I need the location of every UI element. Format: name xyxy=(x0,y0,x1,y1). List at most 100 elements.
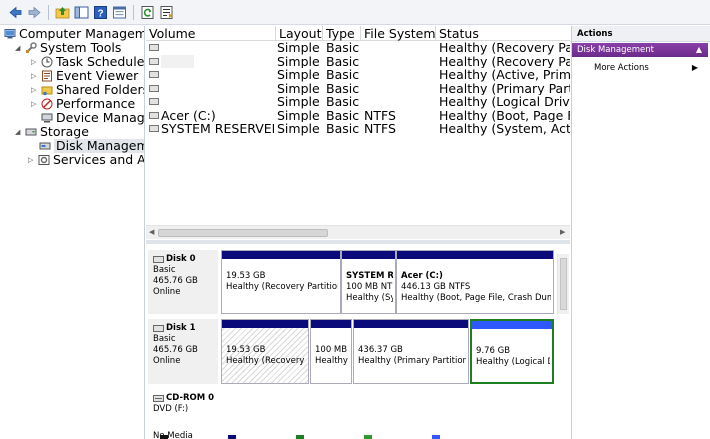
export-list-icon[interactable] xyxy=(159,5,174,20)
cell-type: Basic xyxy=(326,122,360,136)
tree-item-event-viewer[interactable]: ▷ Event Viewer xyxy=(31,69,138,83)
cell-volume xyxy=(161,54,194,68)
collapse-icon[interactable]: ◢ xyxy=(15,125,23,139)
legend-swatch-extended xyxy=(296,435,304,439)
table-row[interactable]: SYSTEM RESERVED Simple Basic NTFS Health… xyxy=(146,122,570,136)
partition-size: 19.53 GB xyxy=(226,271,266,281)
expand-icon[interactable]: ▷ xyxy=(31,97,39,111)
partition[interactable]: 19.53 GB Healthy (Recovery Partition) xyxy=(221,250,341,314)
toolbar-separator xyxy=(48,4,49,20)
table-row[interactable]: Acer (C:) Simple Basic NTFS Healthy (Boo… xyxy=(146,109,570,123)
vertical-scrollbar[interactable] xyxy=(557,254,569,314)
svg-text:?: ? xyxy=(97,8,103,19)
volume-icon xyxy=(149,71,159,78)
table-row[interactable]: Simple Basic Healthy (Recovery Par xyxy=(146,41,570,55)
scrollbar-thumb[interactable] xyxy=(560,258,567,310)
cell-file-system: NTFS xyxy=(364,108,396,122)
primary-partition-bar xyxy=(354,320,468,328)
partition-name: Acer (C:) xyxy=(401,271,443,281)
primary-partition-bar xyxy=(222,320,308,328)
scroll-left-icon[interactable]: ◀ xyxy=(149,228,154,236)
actions-header: Actions xyxy=(572,26,710,42)
volume-icon xyxy=(149,84,159,92)
disk-name: CD-ROM 0 xyxy=(166,393,215,403)
disk-name: Disk 0 xyxy=(166,254,196,264)
partition-status: Healthy (Sy: xyxy=(346,293,393,303)
shared-folder-icon xyxy=(41,84,53,96)
services-icon xyxy=(38,154,50,166)
expand-icon[interactable]: ▷ xyxy=(28,153,36,167)
tree-item-performance[interactable]: ▷ Performance xyxy=(31,97,135,111)
primary-partition-bar xyxy=(397,251,553,259)
up-folder-icon[interactable] xyxy=(55,5,70,20)
horizontal-scrollbar[interactable]: ◀ ▶ xyxy=(146,225,570,239)
partition[interactable]: 19.53 GBHealthy (Recovery Pa xyxy=(221,319,309,384)
volume-icon xyxy=(149,111,159,119)
partition-status: Healthy (Recovery Pa xyxy=(226,356,306,366)
disk-management-icon xyxy=(39,140,51,152)
table-row[interactable]: Simple Basic Healthy (Primary Parti xyxy=(146,82,570,96)
column-header-volume[interactable]: Volume xyxy=(146,26,276,41)
tree-item-services-and-applications[interactable]: ▷ Services and Appl xyxy=(28,153,144,167)
disk-name: Disk 1 xyxy=(166,323,196,333)
disk-0-label[interactable]: Disk 0 Basic 465.76 GB Online xyxy=(148,250,218,314)
disk-size: 465.76 GB xyxy=(153,345,198,355)
partition[interactable]: 436.37 GB Healthy (Primary Partition) xyxy=(353,319,469,384)
cell-layout: Simple xyxy=(277,95,320,109)
scroll-right-icon[interactable]: ▶ xyxy=(560,228,565,236)
partition[interactable]: 100 MB Healthy xyxy=(310,319,352,384)
tree-item-disk-management[interactable]: Disk Manageme xyxy=(39,139,144,153)
tree-item-device-manager[interactable]: Device Manage xyxy=(41,111,144,125)
clock-icon xyxy=(41,56,53,68)
actions-section-label: Disk Management xyxy=(577,45,654,55)
column-header-status[interactable]: Status xyxy=(436,26,570,41)
disk-1-label[interactable]: Disk 1 Basic 465.76 GB Online xyxy=(148,319,218,384)
expand-icon[interactable]: ▷ xyxy=(31,83,39,97)
collapse-icon[interactable]: ◢ xyxy=(15,41,23,55)
table-row[interactable]: Simple Basic Healthy (Logical Drive xyxy=(146,95,570,109)
forward-arrow-icon[interactable] xyxy=(27,5,42,20)
scrollbar-thumb[interactable] xyxy=(158,229,328,237)
cdrom-0-label[interactable]: CD-ROM 0 DVD (F:) No Media xyxy=(148,389,218,439)
cell-type: Basic xyxy=(326,54,360,68)
tree-item-computer-management[interactable]: Computer Managem xyxy=(4,27,144,41)
system-tools-icon xyxy=(25,42,37,54)
logical-drive-bar xyxy=(472,321,552,329)
tree-item-task-scheduler[interactable]: ▷ Task Scheduler xyxy=(31,55,144,69)
show-hide-console-tree-icon[interactable] xyxy=(74,5,89,20)
help-icon[interactable]: ? xyxy=(93,5,108,20)
cell-type: Basic xyxy=(326,41,360,55)
tree-item-storage[interactable]: ◢ Storage xyxy=(15,125,89,139)
properties-icon[interactable] xyxy=(112,5,127,20)
cell-status: Healthy (Boot, Page F xyxy=(439,108,570,122)
table-row[interactable]: Simple Basic Healthy (Active, Prima xyxy=(146,68,570,82)
legend-swatch-logical xyxy=(432,435,440,439)
expand-icon[interactable]: ▷ xyxy=(31,55,39,69)
tree-item-shared-folders[interactable]: ▷ Shared Folders xyxy=(31,83,144,97)
partition-size: 100 MB xyxy=(315,345,348,355)
refresh-icon[interactable] xyxy=(140,5,155,20)
legend-swatch-primary xyxy=(228,435,236,439)
expand-icon[interactable]: ▷ xyxy=(31,69,39,83)
actions-section-disk-management[interactable]: Disk Management ▲ xyxy=(572,43,708,57)
collapse-caret-icon[interactable]: ▲ xyxy=(696,43,702,57)
hard-disk-icon xyxy=(153,256,164,263)
more-actions-item[interactable]: More Actions ▶ xyxy=(572,61,708,75)
tree-item-system-tools[interactable]: ◢ System Tools xyxy=(15,41,121,55)
partition[interactable]: Acer (C:) 446.13 GB NTFS Healthy (Boot, Pa… xyxy=(396,250,554,314)
storage-icon xyxy=(25,126,37,138)
column-header-file-system[interactable]: File System xyxy=(361,26,436,41)
cell-type: Basic xyxy=(326,95,360,109)
partition[interactable]: 9.76 GB Healthy (Logical D xyxy=(470,319,554,384)
device-manager-icon xyxy=(41,112,53,124)
back-arrow-icon[interactable] xyxy=(8,5,23,20)
submenu-arrow-icon: ▶ xyxy=(691,63,698,72)
column-header-layout[interactable]: Layout xyxy=(276,26,323,41)
partition-size: 100 MB NTF xyxy=(346,282,393,292)
table-row[interactable]: Simple Basic Healthy (Recovery Par xyxy=(146,54,570,69)
cell-layout: Simple xyxy=(277,54,320,68)
cell-status: Healthy (Recovery Par xyxy=(439,54,570,68)
column-header-type[interactable]: Type xyxy=(323,26,361,41)
partition[interactable]: SYSTEM RE100 MB NTFHealthy (Sy: xyxy=(341,250,396,314)
more-actions-label: More Actions xyxy=(594,63,649,73)
